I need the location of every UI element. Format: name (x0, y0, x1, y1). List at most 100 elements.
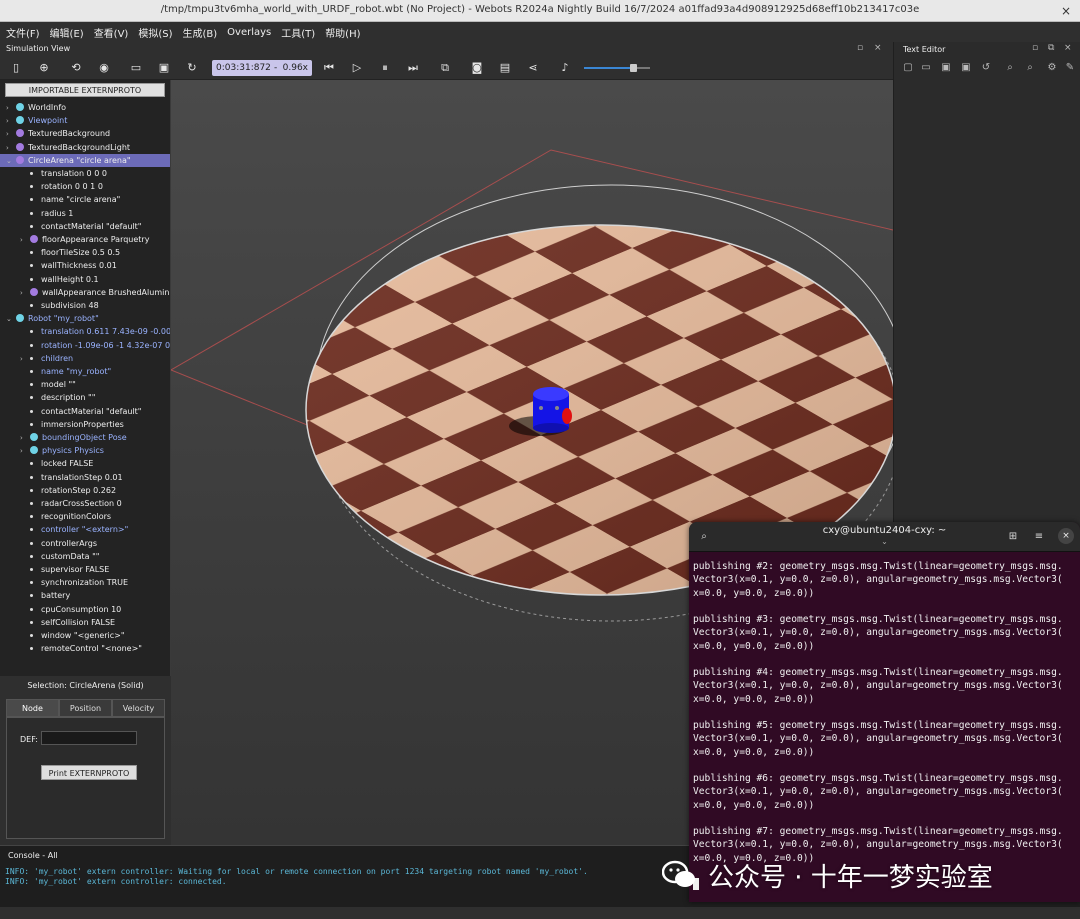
save-all-icon[interactable]: ▣ (960, 62, 972, 74)
reload-world-icon[interactable]: ↻ (184, 60, 200, 76)
scene-tree-item[interactable]: selfCollision FALSE (0, 616, 170, 629)
scene-tree-item[interactable]: radarCrossSection 0 (0, 497, 170, 510)
menu-item[interactable]: 文件(F) (6, 25, 40, 40)
close-icon[interactable]: × (1058, 528, 1074, 544)
importable-externproto-button[interactable]: IMPORTABLE EXTERNPROTO (5, 83, 165, 97)
scene-tree-item[interactable]: model "" (0, 378, 170, 391)
scene-tree-item[interactable]: floorTileSize 0.5 0.5 (0, 246, 170, 259)
scene-tree-item[interactable]: › boundingObject Pose (0, 431, 170, 445)
render-toggle-icon[interactable]: ⧉ (437, 60, 453, 76)
fast-forward-icon[interactable]: ⏭ (405, 60, 421, 76)
tab-velocity[interactable]: Velocity (112, 699, 165, 717)
scene-tree-item[interactable]: ⌄ Robot "my_robot" (0, 312, 170, 325)
chevron-right-icon[interactable]: › (6, 102, 16, 115)
scene-tree-item[interactable]: recognitionColors (0, 510, 170, 523)
chevron-down-icon[interactable]: ⌄ (6, 155, 16, 168)
chevron-right-icon[interactable]: › (20, 234, 30, 247)
scene-tree-item[interactable]: supervisor FALSE (0, 563, 170, 576)
new-file-icon[interactable]: ▢ (902, 62, 914, 74)
chevron-right-icon[interactable]: › (20, 445, 30, 458)
record-movie-icon[interactable]: ▤ (497, 60, 513, 76)
menu-item[interactable]: 工具(T) (281, 25, 315, 40)
chevron-right-icon[interactable]: › (20, 353, 30, 366)
revert-icon[interactable]: ↺ (980, 62, 992, 74)
scene-tree-item[interactable]: rotation -1.09e-06 -1 4.32e-07 0. (0, 339, 170, 352)
scene-tree-item[interactable]: translation 0 0 0 (0, 167, 170, 180)
scene-tree-item[interactable]: › wallAppearance BrushedAluminium (0, 286, 170, 300)
volume-slider-knob[interactable] (630, 64, 637, 72)
menu-item[interactable]: 查看(V) (94, 25, 129, 40)
menu-item[interactable]: Overlays (227, 27, 271, 38)
step-icon[interactable]: ▷ (349, 60, 365, 76)
scene-tree-item[interactable]: cpuConsumption 10 (0, 603, 170, 616)
scene-tree-item[interactable]: wallHeight 0.1 (0, 273, 170, 286)
scene-tree-item[interactable]: window "<generic>" (0, 629, 170, 642)
share-icon[interactable]: ⋖ (525, 60, 541, 76)
window-close-icon[interactable]: × (1058, 3, 1074, 19)
scene-tree-item[interactable]: wallThickness 0.01 (0, 259, 170, 272)
menu-item[interactable]: 帮助(H) (325, 25, 360, 40)
menu-icon[interactable]: ≡ (1032, 530, 1046, 544)
chevron-right-icon[interactable]: › (20, 287, 30, 300)
save-file-icon[interactable]: ▣ (940, 62, 952, 74)
edit-icon[interactable]: ✎ (1064, 62, 1076, 74)
reset-simulation-icon[interactable]: ⏮ (321, 60, 337, 76)
scene-tree-item[interactable]: › physics Physics (0, 444, 170, 458)
scene-tree-item[interactable]: › children (0, 352, 170, 366)
scene-tree-item[interactable]: battery (0, 589, 170, 602)
scene-tree-item[interactable]: › floorAppearance Parquetry (0, 233, 170, 247)
float-panel-icon[interactable]: ▫ (1032, 43, 1038, 53)
settings-icon[interactable]: ⚙ (1046, 62, 1058, 74)
reset-view-icon[interactable]: ⟲ (68, 60, 84, 76)
scene-tree-item[interactable]: radius 1 (0, 207, 170, 220)
chevron-right-icon[interactable]: › (20, 432, 30, 445)
scene-tree-item[interactable]: name "circle arena" (0, 193, 170, 206)
scene-tree-item[interactable]: contactMaterial "default" (0, 220, 170, 233)
new-tab-icon[interactable]: ⊞ (1006, 530, 1020, 544)
scene-tree-item[interactable]: › Viewpoint (0, 114, 170, 128)
scene-tree-item[interactable]: synchronization TRUE (0, 576, 170, 589)
print-externproto-button[interactable]: Print EXTERNPROTO (41, 765, 137, 780)
add-node-icon[interactable]: ⊕ (36, 60, 52, 76)
float-panel-icon[interactable]: ▫ (857, 43, 863, 53)
toggle-scene-tree-icon[interactable]: ▯ (8, 60, 24, 76)
terminal-window[interactable]: ⌕ cxy@ubuntu2404-cxy: ~ ⌄ ⊞ ≡ × publishi… (689, 522, 1080, 902)
pause-icon[interactable]: ⏸ (377, 60, 393, 76)
maximize-panel-icon[interactable]: ⧉ (1048, 43, 1054, 53)
console-scrollbar[interactable] (0, 907, 1080, 919)
chevron-right-icon[interactable]: › (6, 115, 16, 128)
view-options-icon[interactable]: ◉ (96, 60, 112, 76)
scene-tree-item[interactable]: rotation 0 0 1 0 (0, 180, 170, 193)
scene-tree-item[interactable]: translation 0.611 7.43e-09 -0.000 (0, 325, 170, 338)
scene-tree-item[interactable]: controllerArgs (0, 537, 170, 550)
scene-tree-item[interactable]: controller "<extern>" (0, 523, 170, 536)
scene-tree-item[interactable]: subdivision 48 (0, 299, 170, 312)
menu-item[interactable]: 模拟(S) (138, 25, 172, 40)
scene-tree-item[interactable]: remoteControl "<none>" (0, 642, 170, 655)
scene-tree-item[interactable]: locked FALSE (0, 457, 170, 470)
scene-tree-item[interactable]: name "my_robot" (0, 365, 170, 378)
scene-tree-item[interactable]: ⌄ CircleArena "circle arena" (0, 153, 170, 168)
tab-node[interactable]: Node (6, 699, 59, 717)
open-file-icon[interactable]: ▭ (920, 62, 932, 74)
tab-position[interactable]: Position (59, 699, 112, 717)
terminal-tab-chevron[interactable]: ⌄ (689, 537, 1080, 546)
find-icon[interactable]: ⌕ (1004, 62, 1016, 74)
screenshot-icon[interactable]: ◙ (469, 60, 485, 76)
scene-tree-item[interactable]: rotationStep 0.262 (0, 484, 170, 497)
chevron-right-icon[interactable]: › (6, 142, 16, 155)
menu-item[interactable]: 生成(B) (183, 25, 218, 40)
scene-tree-item[interactable]: customData "" (0, 550, 170, 563)
volume-icon[interactable]: ♪ (557, 60, 573, 76)
scene-tree-item[interactable]: › WorldInfo (0, 101, 170, 115)
scene-tree-item[interactable]: contactMaterial "default" (0, 405, 170, 418)
scene-tree-item[interactable]: translationStep 0.01 (0, 471, 170, 484)
menu-item[interactable]: 编辑(E) (50, 25, 84, 40)
chevron-right-icon[interactable]: › (6, 128, 16, 141)
scene-tree-item[interactable]: › TexturedBackground (0, 127, 170, 141)
open-world-icon[interactable]: ▭ (128, 60, 144, 76)
scene-tree-item[interactable]: description "" (0, 391, 170, 404)
def-input[interactable] (41, 731, 137, 745)
scene-tree-item[interactable]: › TexturedBackgroundLight (0, 141, 170, 155)
replace-icon[interactable]: ⌕ (1024, 62, 1036, 74)
